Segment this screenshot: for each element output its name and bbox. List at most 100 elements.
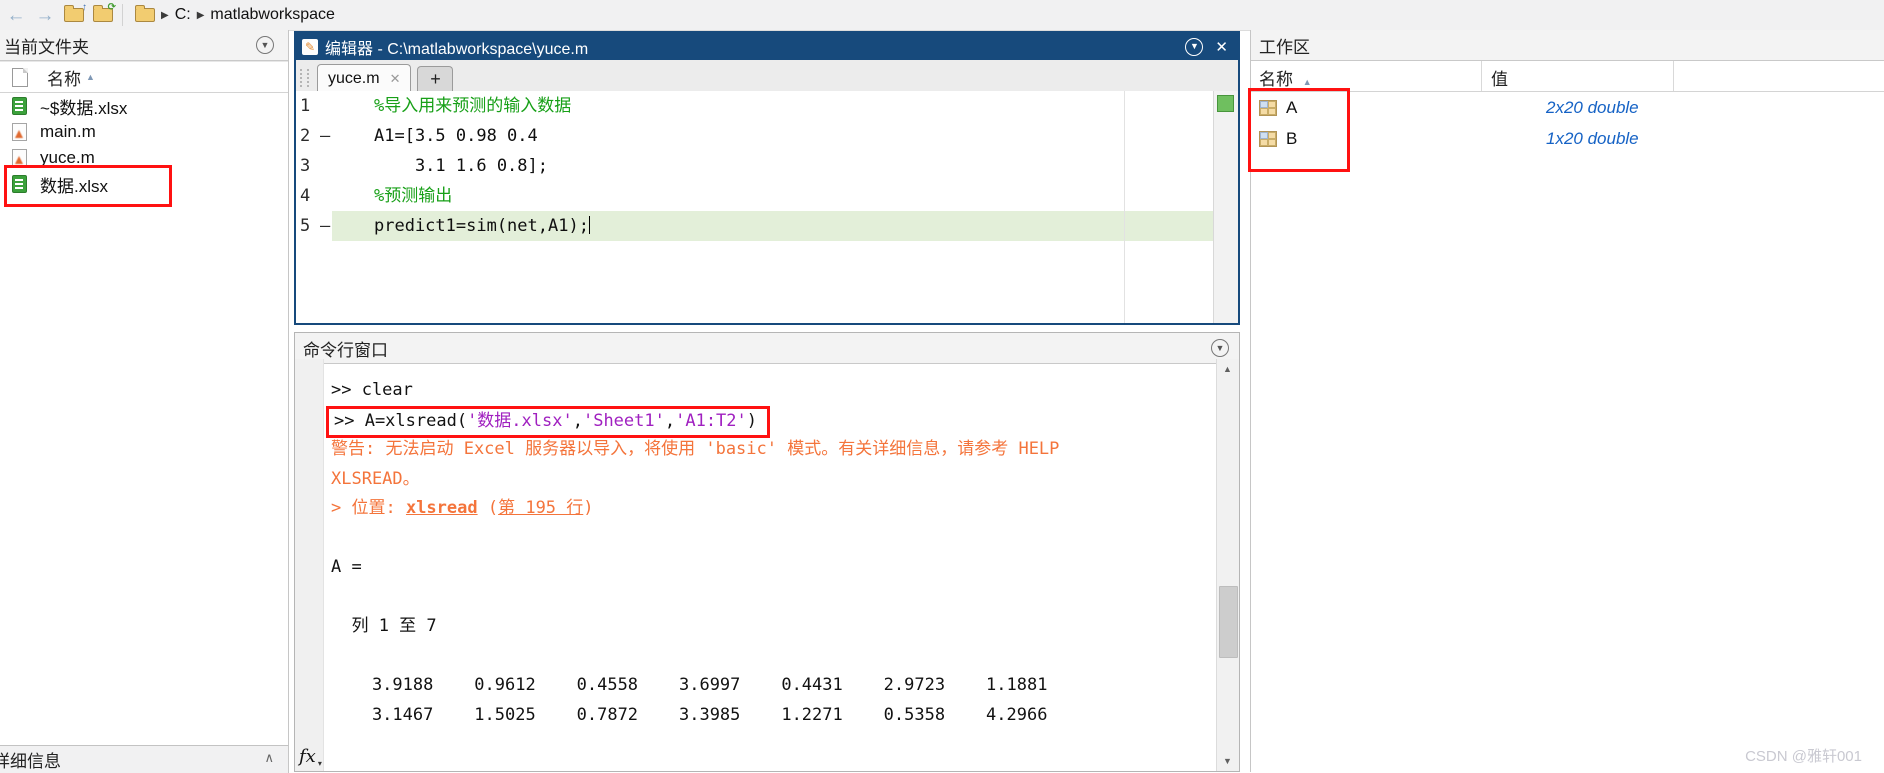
error-link[interactable]: xlsread: [406, 498, 478, 518]
toolbar-separator: [122, 4, 123, 26]
error-link[interactable]: 第 195 行: [498, 498, 583, 518]
forward-button[interactable]: →: [32, 3, 58, 27]
file-list-column-header[interactable]: 名称 ▲: [0, 61, 288, 93]
workspace-header: 工作区: [1251, 30, 1884, 61]
workspace-column-header[interactable]: 名称 ▲ 值: [1251, 61, 1884, 92]
folder-browse-icon: ⟳: [93, 3, 116, 22]
current-folder-icon: [135, 5, 155, 22]
panel-menu-icon[interactable]: ▼: [1211, 339, 1229, 357]
browse-folder-button[interactable]: ⟳: [90, 3, 116, 27]
current-folder-header: 当前文件夹 ▼: [0, 30, 288, 61]
executable-line-dash: —: [320, 216, 331, 236]
scrollbar-thumb[interactable]: [1219, 586, 1238, 658]
command-line: >> clear: [323, 376, 1217, 406]
editor-menu-icon[interactable]: ▼: [1185, 37, 1204, 56]
code-area[interactable]: 1 %导入用来预测的输入数据 2 — A1=[3.5 0.98 0.4 3 3.1 1.6…: [296, 91, 1238, 323]
variable-name: B: [1286, 128, 1298, 148]
tab-drag-handle[interactable]: [300, 69, 309, 87]
tab-yuce[interactable]: yuce.m ✕: [317, 64, 412, 92]
code-text: %导入用来预测的输入数据: [374, 91, 571, 121]
new-tab-label: +: [430, 69, 441, 89]
command-line: [323, 524, 1217, 554]
command-line: 警告: 无法启动 Excel 服务器以导入，将使用 'basic' 模式。有关详…: [323, 435, 1217, 465]
code-line[interactable]: 4 %预测输出: [296, 181, 1238, 211]
command-segment: ,: [572, 410, 583, 431]
command-segment: >> A=xlsread(: [334, 410, 468, 431]
command-line: >> A=xlsread('数据.xlsx','Sheet1','A1:T2'): [323, 405, 1217, 438]
matlab-file-icon: [12, 149, 27, 167]
top-toolbar: ← → ↑ ⟳ ▶ C: ▶ matlabworkspace: [0, 0, 1884, 31]
executable-line-dash: —: [320, 126, 331, 146]
command-segment: A =: [331, 557, 362, 577]
panel-menu-icon[interactable]: ▼: [256, 36, 274, 54]
workspace-variable-row[interactable]: B 1x20 double: [1251, 123, 1884, 154]
up-one-level-button[interactable]: ↑: [61, 3, 87, 27]
tab-close-icon[interactable]: ✕: [390, 71, 401, 87]
command-line: 3.1467 1.5025 0.7872 3.3985 1.2271 0.535…: [323, 701, 1217, 731]
command-segment: 3.1467 1.5025 0.7872 3.3985 1.2271 0.535…: [331, 704, 1048, 725]
command-segment: 3.9188 0.9612 0.4558 3.6997 0.4431 2.972…: [331, 675, 1048, 695]
file-row[interactable]: 数据.xlsx: [0, 171, 288, 197]
editor-pencil-icon: ✎: [302, 38, 318, 55]
command-window-gutter: fx: [295, 359, 324, 771]
code-segment: A1=[3.5 0.98 0.4: [374, 126, 538, 146]
code-text: 3.1 1.6 0.8];: [374, 151, 548, 181]
matrix-variable-icon: [1259, 130, 1277, 147]
breadcrumb-folder[interactable]: matlabworkspace: [210, 6, 335, 24]
details-bar[interactable]: 详细信息 ∧: [0, 745, 289, 773]
code-segment: predict1=sim(net,A1);: [374, 216, 589, 236]
matlab-file-icon: [12, 123, 27, 141]
file-row[interactable]: yuce.m: [0, 145, 288, 171]
editor-tabbar: yuce.m ✕ +: [296, 60, 1238, 92]
command-scrollbar[interactable]: ▲ ▼: [1216, 359, 1239, 771]
current-folder-title: 当前文件夹: [4, 37, 89, 57]
file-name: yuce.m: [40, 148, 95, 167]
line-number: 4: [300, 186, 311, 206]
command-line: [323, 583, 1217, 613]
details-label: 详细信息: [0, 752, 61, 771]
column-separator[interactable]: [1673, 61, 1674, 91]
fx-icon[interactable]: fx: [299, 746, 322, 768]
new-tab-button[interactable]: +: [417, 66, 454, 92]
command-window-content[interactable]: fx >> clear >> A=xlsread('数据.xlsx','Sheet…: [295, 359, 1239, 771]
code-text: %预测输出: [374, 181, 452, 211]
scroll-down-icon[interactable]: ▼: [1217, 751, 1238, 771]
tab-label: yuce.m: [328, 69, 380, 87]
command-segment: ): [583, 498, 594, 518]
breadcrumb-drive[interactable]: C:: [175, 6, 191, 24]
file-row[interactable]: main.m: [0, 119, 288, 145]
file-name: ~$数据.xlsx: [40, 98, 128, 118]
sort-ascending-icon: ▲: [1302, 77, 1312, 87]
file-name: 数据.xlsx: [40, 176, 108, 196]
code-segment: 3.1 1.6 0.8];: [374, 156, 548, 176]
command-line: XLSREAD。: [323, 465, 1217, 495]
file-row[interactable]: ~$数据.xlsx: [0, 93, 288, 119]
scroll-up-icon[interactable]: ▲: [1217, 359, 1238, 379]
line-number: 3: [300, 156, 311, 176]
code-line[interactable]: 5 — predict1=sim(net,A1);: [296, 211, 1238, 241]
folder-up-icon: ↑: [64, 3, 87, 22]
blank-file-icon: [12, 67, 28, 87]
editor-titlebar[interactable]: ✎ 编辑器 - C:\matlabworkspace\yuce.m ▼ ✕: [296, 33, 1238, 60]
line-number: 5: [300, 216, 311, 236]
line-number: 2: [300, 126, 311, 146]
workspace-variable-row[interactable]: A 2x20 double: [1251, 92, 1884, 123]
name-column-label: 名称: [47, 69, 81, 89]
command-segment: 警告: 无法启动 Excel 服务器以导入，将使用 'basic' 模式。有关详…: [331, 439, 1060, 459]
variable-value: 2x20 double: [1546, 97, 1639, 117]
code-line[interactable]: 2 — A1=[3.5 0.98 0.4: [296, 121, 1238, 151]
command-line: [323, 642, 1217, 672]
column-margin-line: [1124, 91, 1125, 323]
column-separator[interactable]: [1481, 61, 1482, 91]
collapse-chevron-icon: ∧: [264, 750, 274, 765]
back-button[interactable]: ←: [3, 3, 29, 27]
editor-close-icon[interactable]: ✕: [1215, 38, 1228, 56]
code-line[interactable]: 1 %导入用来预测的输入数据: [296, 91, 1238, 121]
code-line[interactable]: 3 3.1 1.6 0.8];: [296, 151, 1238, 181]
ws-value-column-label: 值: [1491, 70, 1508, 89]
command-segment: > 位置:: [331, 498, 406, 518]
command-segment: 'Sheet1': [582, 410, 665, 431]
file-name: main.m: [40, 122, 96, 141]
editor-message-strip[interactable]: [1213, 91, 1238, 323]
code-segment: %导入用来预测的输入数据: [374, 96, 572, 116]
